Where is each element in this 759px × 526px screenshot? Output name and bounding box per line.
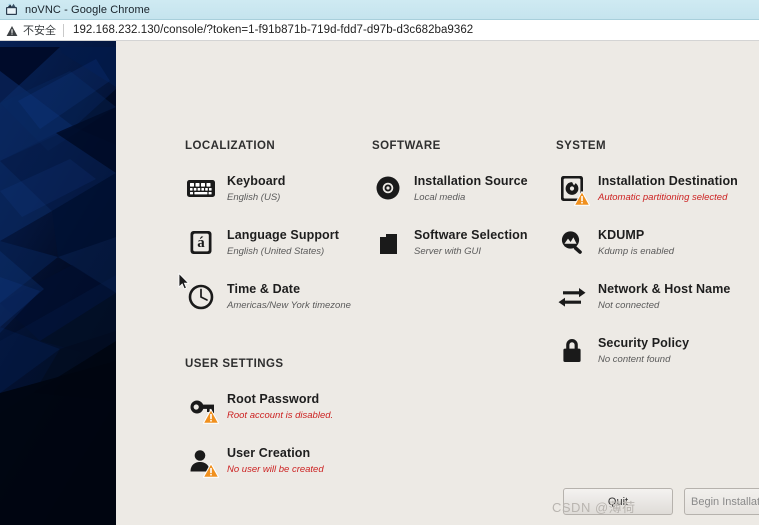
spoke-text: User Creation No user will be created [227,443,324,476]
spoke-status: Not connected [598,300,660,311]
spoke-title: Installation Destination [598,174,738,188]
section-title-system: SYSTEM [556,140,606,152]
section-title-localization: LOCALIZATION [185,140,276,152]
spoke-text: Installation Destination Automatic parti… [598,171,738,204]
omnibox-divider [63,23,64,37]
quit-button[interactable]: Quit [563,488,673,515]
warning-badge-icon [203,463,219,478]
spoke-title: Security Policy [598,336,690,350]
spoke-title: Keyboard [227,174,286,188]
spoke-title: Time & Date [227,282,301,296]
spoke-language-support[interactable]: á Language Support English (United State… [185,225,339,258]
section-title-software: SOFTWARE [372,140,441,152]
package-icon [372,226,404,258]
padlock-icon [556,334,588,366]
summary-content-area: LOCALIZATION Keyboard English (US) á Lan… [116,41,759,525]
network-arrows-icon [556,280,588,312]
spoke-network-and-host-name[interactable]: Network & Host Name Not connected [556,279,731,312]
spoke-status: Americas/New York timezone [227,300,351,311]
language-support-icon: á [185,226,217,258]
hard-drive-icon [556,172,590,206]
warning-badge-icon [574,191,590,206]
spoke-text: Root Password Root account is disabled. [227,389,333,422]
browser-address-bar[interactable]: 不安全 192.168.232.130/console/?token=1-f91… [0,20,759,41]
spoke-text: Software Selection Server with GUI [414,225,528,258]
sidebar-artwork [0,41,116,525]
svg-text:á: á [197,235,205,251]
spoke-text: Network & Host Name Not connected [598,279,731,312]
magnifier-icon [556,226,588,258]
spoke-time-and-date[interactable]: Time & Date Americas/New York timezone [185,279,351,312]
spoke-text: Time & Date Americas/New York timezone [227,279,351,312]
spoke-status: Local media [414,192,466,203]
spoke-status: No user will be created [227,464,324,475]
spoke-text: KDUMP Kdump is enabled [598,225,674,258]
spoke-keyboard[interactable]: Keyboard English (US) [185,171,285,204]
spoke-kdump[interactable]: KDUMP Kdump is enabled [556,225,674,258]
section-title-user-settings: USER SETTINGS [185,358,284,370]
spoke-text: Keyboard English (US) [227,171,285,204]
spoke-root-password[interactable]: Root Password Root account is disabled. [185,389,333,424]
browser-title-bar[interactable]: noVNC - Google Chrome [0,0,759,20]
spoke-status: Server with GUI [414,246,482,257]
browser-window-title: noVNC - Google Chrome [25,3,150,16]
spoke-installation-source[interactable]: Installation Source Local media [372,171,528,204]
mouse-cursor-icon [178,272,190,291]
spoke-status: Kdump is enabled [598,246,675,257]
spoke-installation-destination[interactable]: Installation Destination Automatic parti… [556,171,738,206]
not-secure-warning-icon[interactable] [6,24,18,36]
spoke-text: Installation Source Local media [414,171,528,204]
key-icon [185,390,219,424]
spoke-text: Language Support English (United States) [227,225,339,258]
footer-button-bar: Quit Begin Installation [116,479,759,525]
spoke-status: No content found [598,354,671,365]
begin-installation-button[interactable]: Begin Installation [684,488,759,515]
user-icon [185,444,219,478]
spoke-text: Security Policy No content found [598,333,689,366]
warning-badge-icon [203,409,219,424]
spoke-software-selection[interactable]: Software Selection Server with GUI [372,225,528,258]
keyboard-icon [185,172,217,204]
spoke-title: Network & Host Name [598,282,731,296]
spoke-security-policy[interactable]: Security Policy No content found [556,333,689,366]
spoke-title: Language Support [227,228,340,242]
address-bar-url[interactable]: 192.168.232.130/console/?token=1-f91b871… [73,24,473,36]
spoke-status: Root account is disabled. [227,410,334,421]
optical-disc-icon [372,172,404,204]
spoke-user-creation[interactable]: User Creation No user will be created [185,443,324,478]
spoke-status: English (United States) [227,246,325,257]
security-status-label: 不安全 [23,25,56,37]
anaconda-installation-summary-page: LOCALIZATION Keyboard English (US) á Lan… [0,41,759,525]
spoke-title: User Creation [227,446,311,460]
spoke-title: KDUMP [598,228,645,242]
spoke-status: English (US) [227,192,281,203]
spoke-title: Software Selection [414,228,528,242]
spoke-title: Installation Source [414,174,528,188]
spoke-status: Automatic partitioning selected [598,192,728,203]
novnc-favicon [5,3,19,17]
spoke-title: Root Password [227,392,320,406]
